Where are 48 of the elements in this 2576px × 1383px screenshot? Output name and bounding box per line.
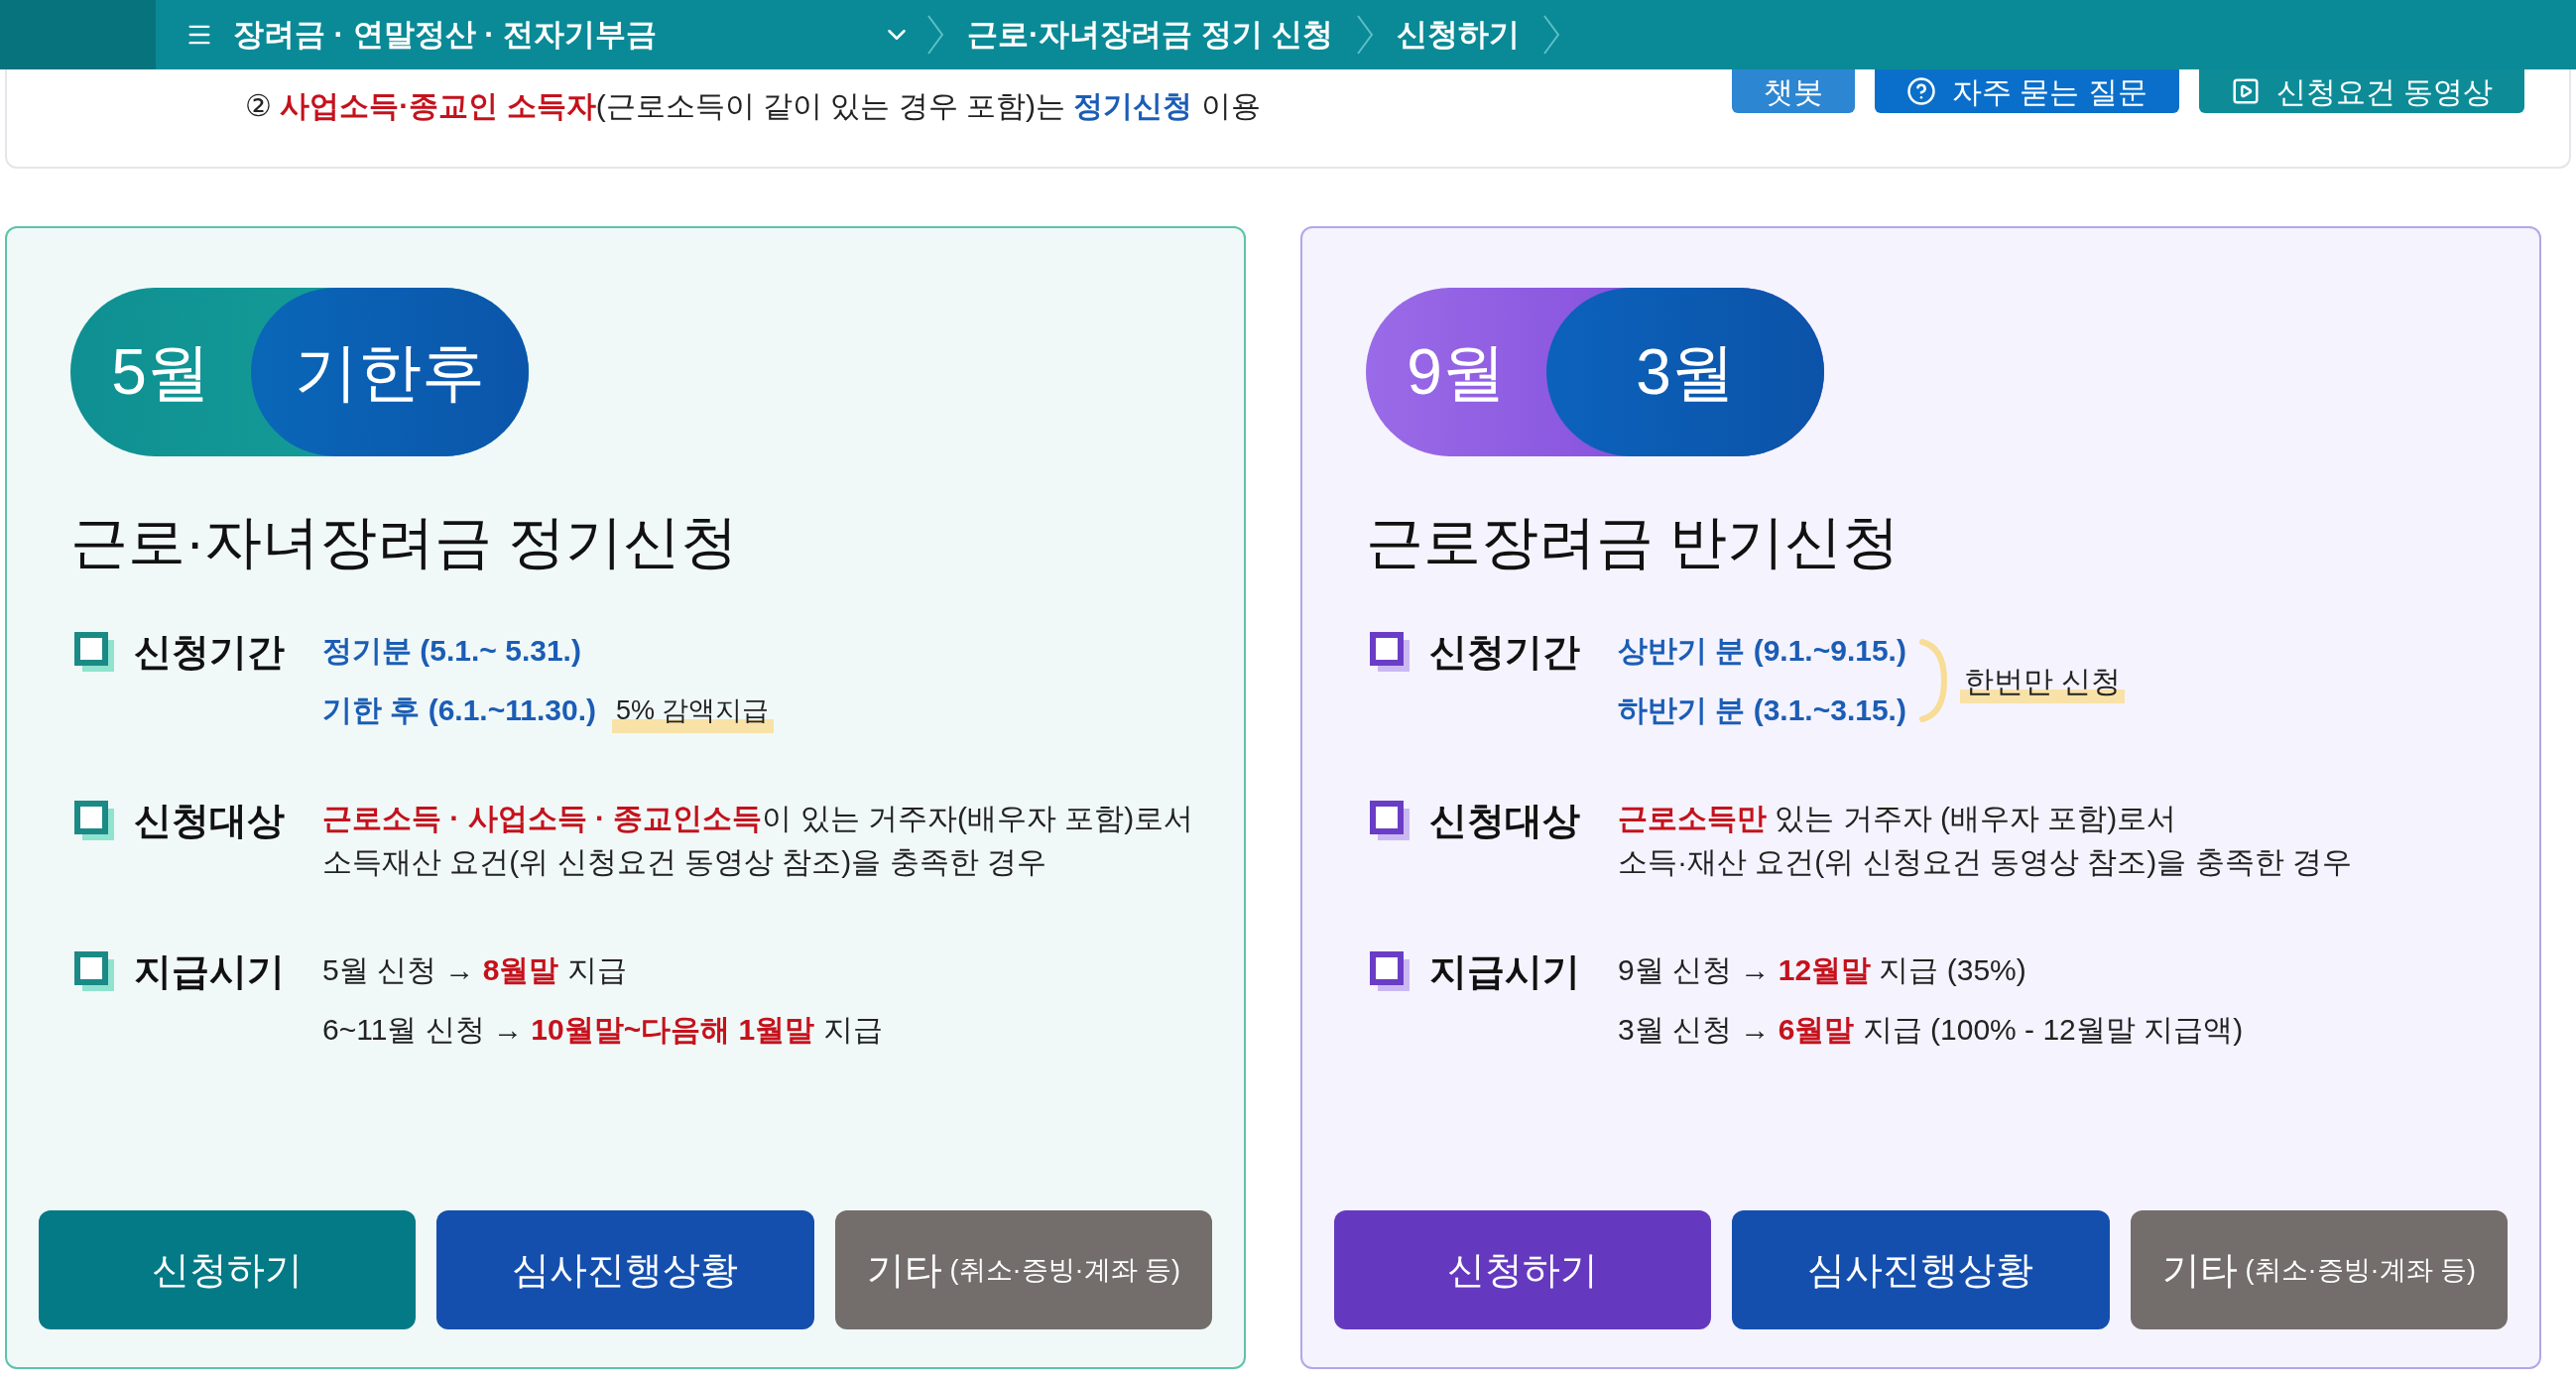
row-label: 지급시기 xyxy=(1429,949,1581,994)
text-line: 9월 신청 → 12월말 지급 (35%) xyxy=(1618,952,2026,988)
other-button[interactable]: 기타 (취소·증빙·계좌 등) xyxy=(2130,1210,2508,1329)
square-bullet-icon xyxy=(1370,801,1410,840)
video-button[interactable]: 신청요건 동영상 xyxy=(2198,69,2524,113)
chevron-right-icon xyxy=(1542,15,1559,55)
text-line: 3월 신청 → 6월말 지급 (100% - 12월말 지급액) xyxy=(1618,1012,2244,1048)
card-title: 근로장려금 반기신청 xyxy=(1366,508,1901,575)
row-label: 신청대상 xyxy=(1429,799,1581,843)
status-button[interactable]: 심사진행상황 xyxy=(1732,1210,2110,1329)
row-label: 신청기간 xyxy=(1429,630,1581,675)
breadcrumb-item[interactable]: 신청하기 xyxy=(1372,0,1543,69)
chatbot-button[interactable]: 챗봇 xyxy=(1732,69,1855,113)
card-title: 근로·자녀장려금 정기신청 xyxy=(70,508,740,575)
square-bullet-icon xyxy=(74,801,114,840)
square-bullet-icon xyxy=(1370,632,1410,672)
month-label: 3월 xyxy=(1546,288,1824,456)
apply-button[interactable]: 신청하기 xyxy=(39,1210,417,1329)
text-line: 하반기 분 (3.1.~3.15.) xyxy=(1618,692,1906,728)
text-line: 근로소득 · 사업소득 · 종교인소득이 있는 거주자(배우자 포함)로서 xyxy=(322,801,1194,836)
text-line: 근로소득만 있는 거주자 (배우자 포함)로서 xyxy=(1618,801,2177,836)
text-line: 5월 신청 → 8월말 지급 xyxy=(322,952,627,988)
row-label: 지급시기 xyxy=(134,949,286,994)
breadcrumb-item[interactable]: 근로·자녀장려금 정기 신청 xyxy=(943,0,1357,69)
faq-button[interactable]: 자주 묻는 질문 xyxy=(1875,69,2179,113)
notice-text: ② 사업소득·종교인 소득자(근로소득이 같이 있는 경우 포함)는 정기신청 이용 xyxy=(245,88,1261,124)
apply-button[interactable]: 신청하기 xyxy=(1334,1210,1712,1329)
chevron-right-icon xyxy=(1356,15,1373,55)
text-line: 소득·재산 요건(위 신청요건 동영상 참조)을 충족한 경우 xyxy=(1618,844,2352,880)
bracket-icon xyxy=(1917,636,1948,725)
square-bullet-icon xyxy=(74,951,114,991)
text-line: 6~11월 신청 → 10월말~다음해 1월말 지급 xyxy=(322,1012,883,1048)
row-label: 신청대상 xyxy=(134,799,286,843)
month-label: 5월 xyxy=(110,335,211,410)
month-label: 9월 xyxy=(1406,335,1507,410)
breadcrumb-item[interactable]: 장려금 · 연말정산 · 전자기부금 xyxy=(233,0,927,69)
status-button[interactable]: 심사진행상황 xyxy=(436,1210,814,1329)
text-line: 상반기 분 (9.1.~9.15.) xyxy=(1618,633,1906,669)
text-line: 정기분 (5.1.~ 5.31.) xyxy=(322,633,581,669)
text-line: 소득재산 요건(위 신청요건 동영상 참조)을 충족한 경우 xyxy=(322,844,1046,880)
text-line: 기한 후 (6.1.~11.30.) xyxy=(322,692,596,728)
square-bullet-icon xyxy=(74,632,114,672)
other-button[interactable]: 기타 (취소·증빙·계좌 등) xyxy=(834,1210,1212,1329)
chevron-right-icon xyxy=(927,15,943,55)
square-bullet-icon xyxy=(1370,951,1410,991)
question-icon xyxy=(1906,76,1936,106)
month-label: 기한후 xyxy=(251,288,529,456)
row-label: 신청기간 xyxy=(134,630,286,675)
